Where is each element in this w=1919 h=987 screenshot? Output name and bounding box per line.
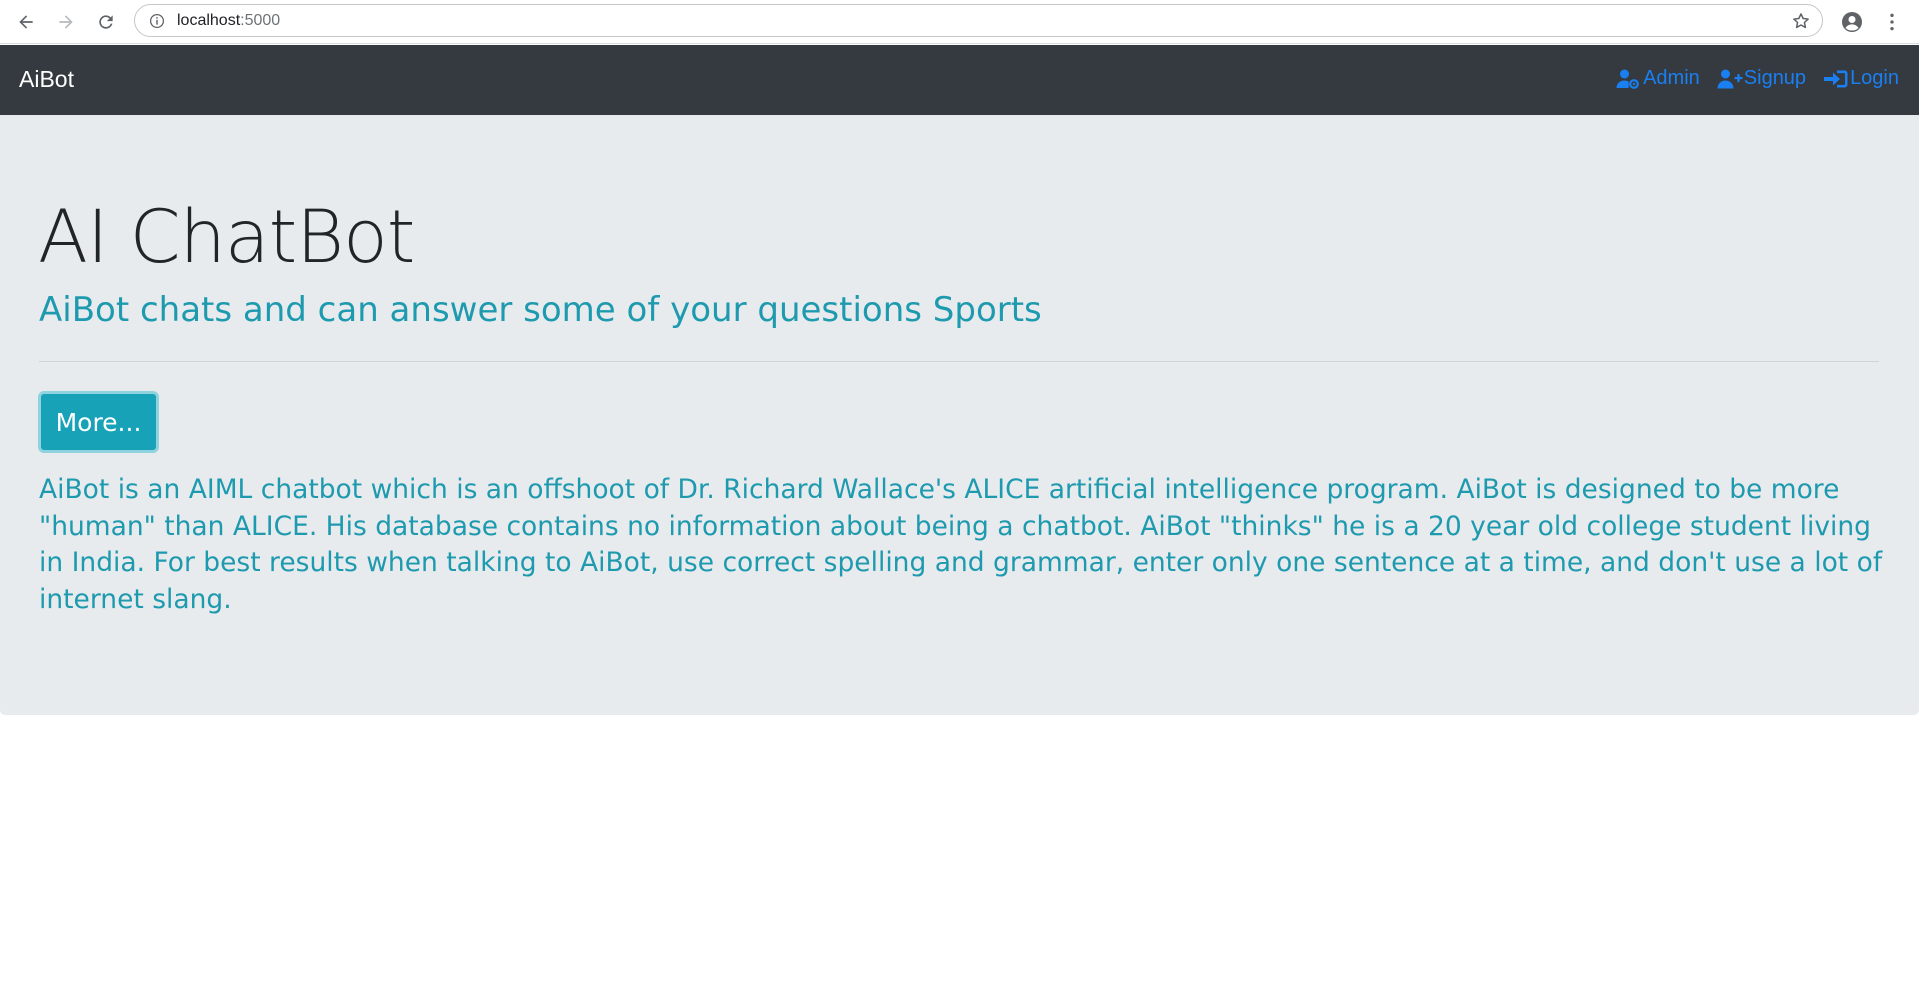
page-subtitle: AiBot chats and can answer some of your …	[39, 290, 1042, 330]
bookmark-star-icon[interactable]	[1790, 10, 1812, 32]
url-text: localhost:5000	[177, 12, 280, 30]
sign-in-icon	[1824, 70, 1848, 87]
more-button[interactable]: More...	[38, 391, 159, 453]
nav-link-label: Signup	[1743, 67, 1807, 89]
address-bar[interactable]: localhost:5000	[134, 4, 1823, 37]
url-host: localhost	[177, 12, 241, 29]
nav-link-signup[interactable]: Signup	[1717, 67, 1806, 90]
nav-link-admin[interactable]: Admin	[1616, 67, 1700, 90]
browser-toolbar: localhost:5000	[0, 0, 1919, 44]
forward-icon[interactable]	[52, 8, 80, 36]
brand-logo[interactable]: AiBot	[19, 66, 74, 93]
divider	[39, 361, 1879, 362]
page-title: AI ChatBot	[38, 195, 415, 280]
nav-link-label: Login	[1850, 67, 1899, 89]
nav-link-login[interactable]: Login	[1823, 67, 1899, 90]
profile-icon[interactable]	[1838, 8, 1866, 36]
nav-link-label: Admin	[1643, 67, 1700, 89]
more-options-icon[interactable]	[1880, 8, 1904, 36]
url-port: :5000	[240, 12, 281, 29]
user-cog-icon	[1616, 69, 1639, 89]
nav-links: Admin Signup Login	[1616, 67, 1899, 90]
back-icon[interactable]	[12, 8, 40, 36]
description-text: AiBot is an AIML chatbot which is an off…	[39, 474, 1883, 615]
navbar: AiBot Admin Signup Login	[0, 45, 1919, 115]
info-icon[interactable]	[147, 11, 167, 31]
reload-icon[interactable]	[92, 8, 120, 36]
user-plus-icon	[1717, 69, 1743, 88]
jumbotron: AI ChatBot AiBot chats and can answer so…	[0, 115, 1919, 715]
